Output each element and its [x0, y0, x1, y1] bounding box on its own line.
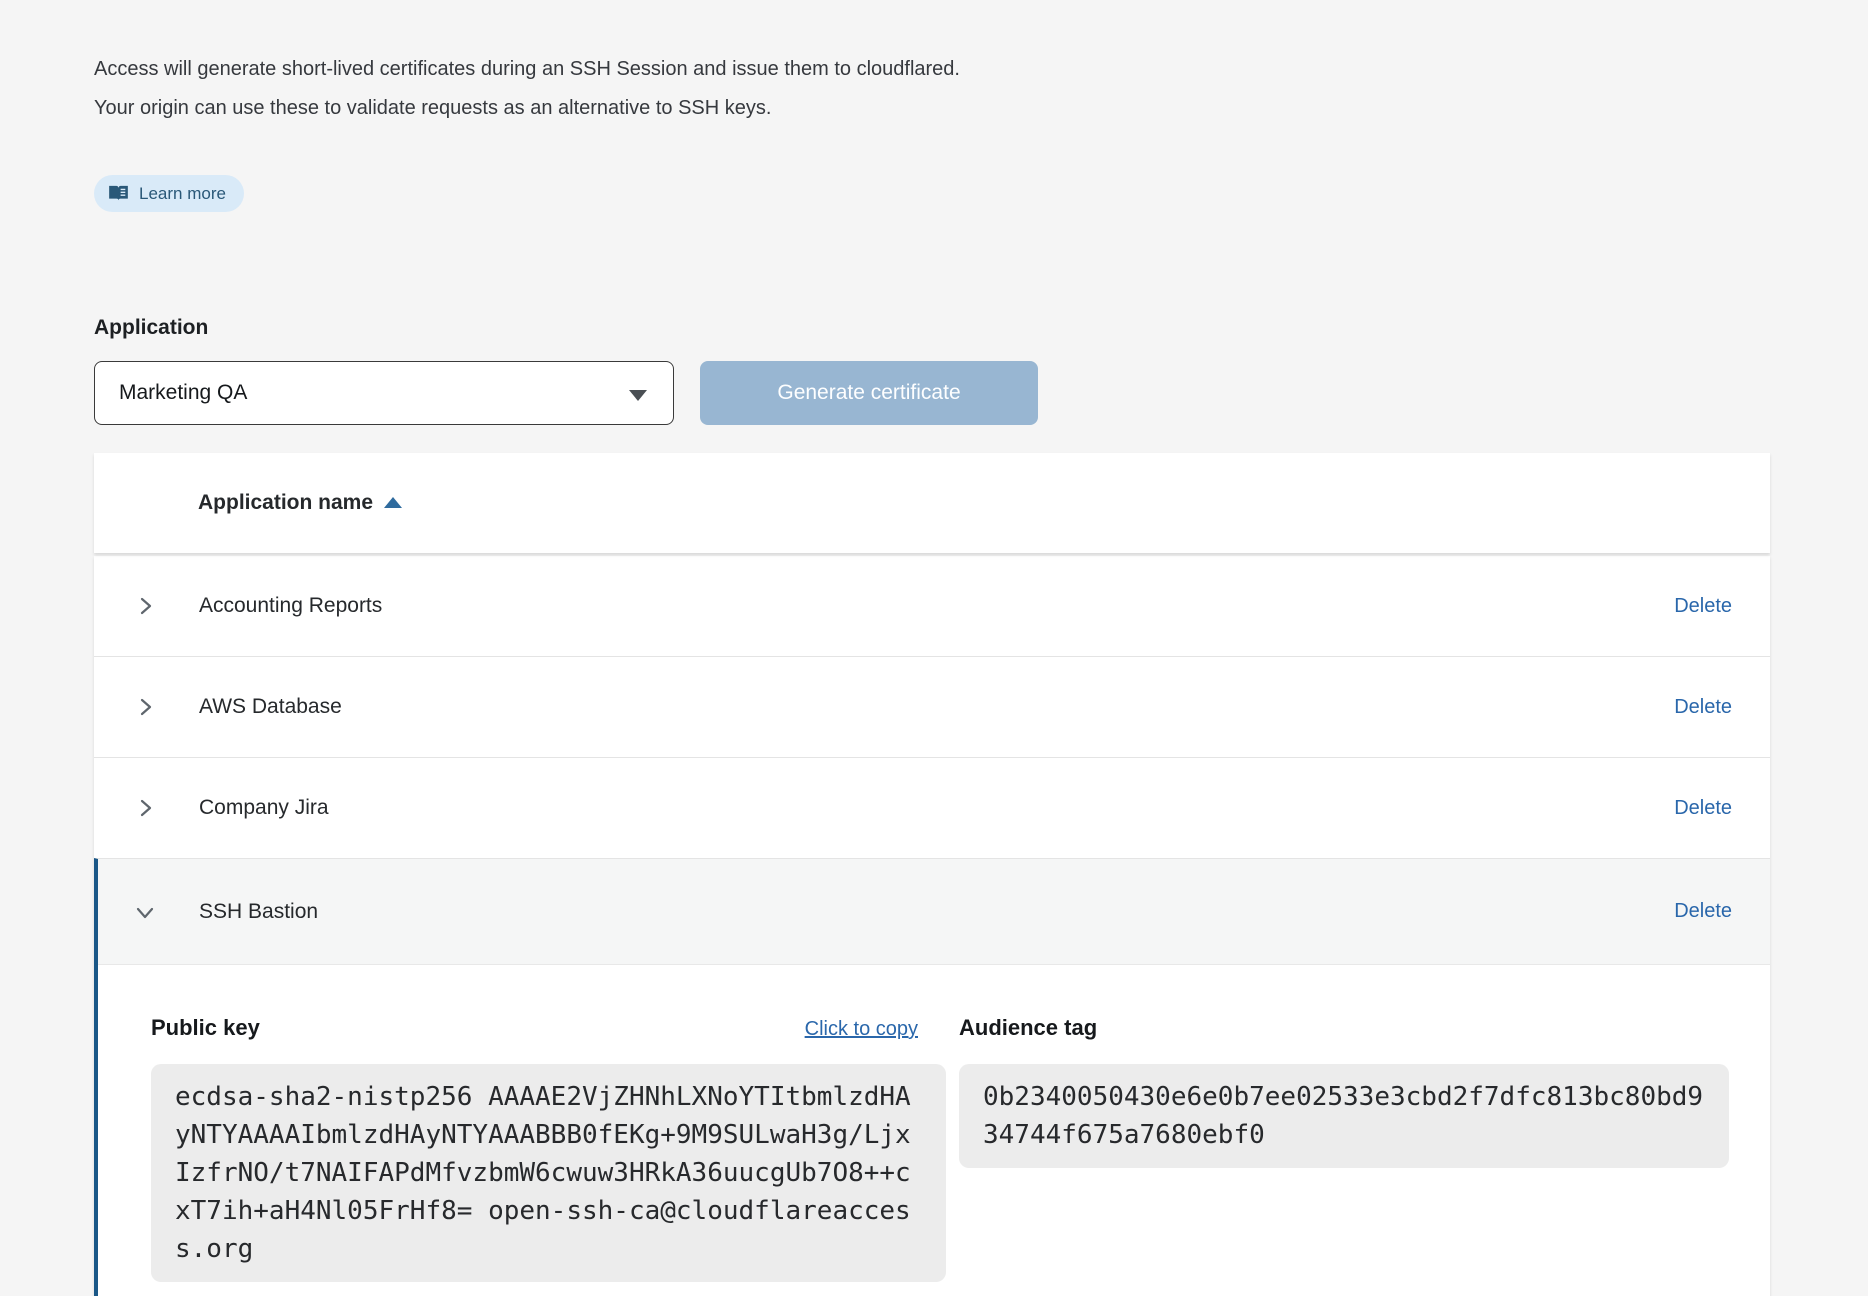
- expanded-row-block: SSH Bastion Delete Public key Click to c…: [94, 858, 1770, 1296]
- certificate-detail-panel: Public key Click to copy ecdsa-sha2-nist…: [98, 964, 1770, 1296]
- application-name: AWS Database: [199, 695, 342, 719]
- delete-button[interactable]: Delete: [1674, 797, 1732, 820]
- application-controls: Marketing QA Generate certificate: [94, 361, 1868, 425]
- column-header-label: Application name: [198, 491, 373, 515]
- application-name: SSH Bastion: [199, 900, 318, 924]
- expand-row-button[interactable]: [132, 795, 158, 821]
- generate-certificate-button[interactable]: Generate certificate: [700, 361, 1038, 425]
- chevron-down-icon: [133, 900, 157, 924]
- chevron-right-icon: [133, 796, 157, 820]
- click-to-copy-link[interactable]: Click to copy: [805, 1018, 918, 1041]
- applications-table: Accounting Reports Delete AWS Database D…: [94, 556, 1770, 1296]
- table-row-expanded: SSH Bastion Delete: [98, 859, 1770, 964]
- learn-more-label: Learn more: [139, 184, 226, 204]
- application-select-value: Marketing QA: [119, 381, 247, 405]
- book-icon: [108, 185, 129, 202]
- table-header: Application name: [94, 453, 1770, 553]
- chevron-right-icon: [133, 594, 157, 618]
- audience-tag-label: Audience tag: [959, 1015, 1097, 1041]
- intro-description: Access will generate short-lived certifi…: [94, 50, 994, 128]
- public-key-section: Public key Click to copy ecdsa-sha2-nist…: [151, 1015, 946, 1282]
- application-label: Application: [94, 316, 1868, 340]
- public-key-value: ecdsa-sha2-nistp256 AAAAE2VjZHNhLXNoYTIt…: [151, 1064, 946, 1282]
- delete-button[interactable]: Delete: [1674, 595, 1732, 618]
- column-header-application-name[interactable]: Application name: [198, 491, 402, 515]
- table-row: Company Jira Delete: [94, 757, 1770, 858]
- public-key-label: Public key: [151, 1015, 260, 1041]
- audience-tag-section: Audience tag 0b2340050430e6e0b7ee02533e3…: [959, 1015, 1729, 1282]
- table-row: Accounting Reports Delete: [94, 556, 1770, 656]
- delete-button[interactable]: Delete: [1674, 900, 1732, 923]
- chevron-down-icon: [629, 390, 647, 401]
- application-select[interactable]: Marketing QA: [94, 361, 674, 425]
- application-name: Accounting Reports: [199, 594, 382, 618]
- audience-tag-value: 0b2340050430e6e0b7ee02533e3cbd2f7dfc813b…: [959, 1064, 1729, 1168]
- sort-ascending-icon: [384, 497, 402, 508]
- collapse-row-button[interactable]: [132, 899, 158, 925]
- application-name: Company Jira: [199, 796, 329, 820]
- chevron-right-icon: [133, 695, 157, 719]
- delete-button[interactable]: Delete: [1674, 696, 1732, 719]
- ssh-certificates-page: Access will generate short-lived certifi…: [0, 0, 1868, 1296]
- table-row: AWS Database Delete: [94, 656, 1770, 757]
- expand-row-button[interactable]: [132, 593, 158, 619]
- expand-row-button[interactable]: [132, 694, 158, 720]
- learn-more-button[interactable]: Learn more: [94, 175, 244, 212]
